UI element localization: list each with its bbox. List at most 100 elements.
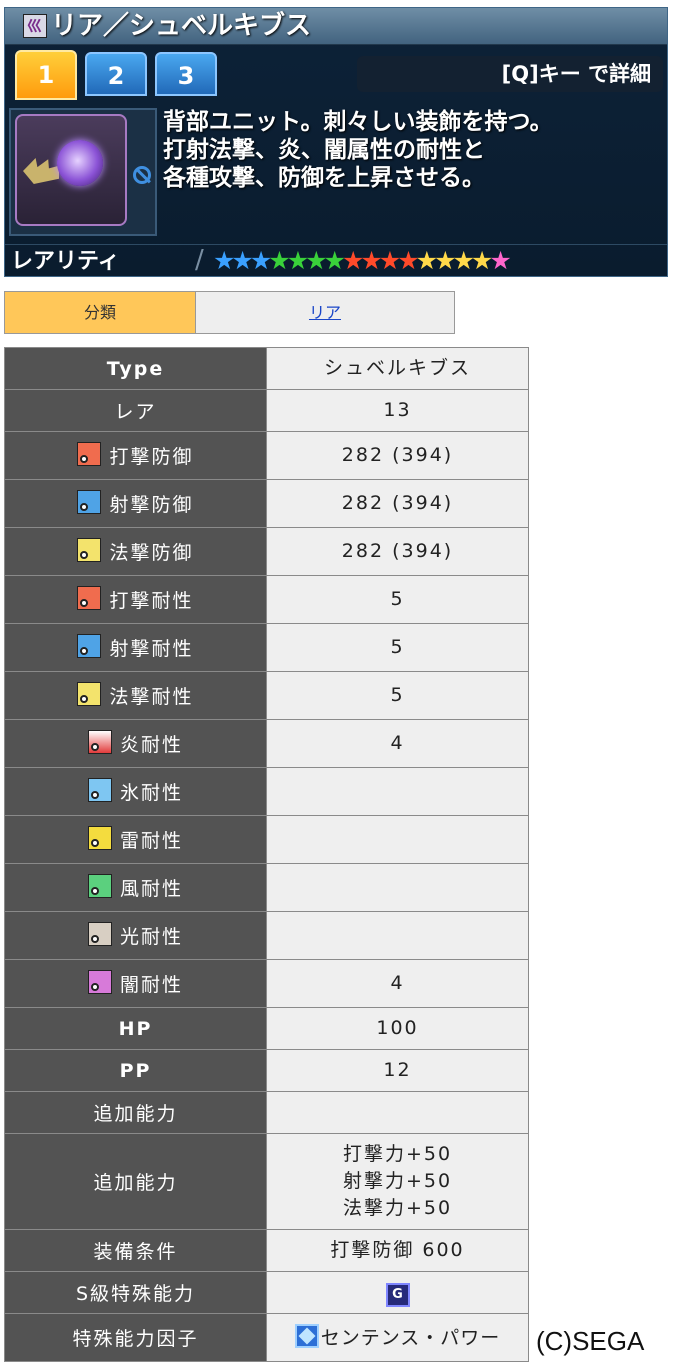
ice-resist-icon [87, 778, 112, 802]
stat-value: 282 (394) [341, 444, 454, 466]
stat-value: 100 [376, 1017, 419, 1039]
rarity-star-icon: ★ [305, 246, 328, 275]
stat-value: 12 [383, 1059, 412, 1081]
stat-value-cell: センテンス・パワー [266, 1313, 529, 1362]
stat-name-cell: 装備条件 [4, 1229, 267, 1272]
stat-name: 特殊能力因子 [72, 1328, 199, 1350]
stat-value-cell [266, 911, 529, 960]
tab-3[interactable]: 3 [155, 52, 217, 96]
stat-value: 5 [390, 684, 405, 706]
stat-name: 法撃耐性 [109, 686, 194, 708]
stat-value-cell [266, 1091, 529, 1134]
stat-name-cell: 打撃防御 [4, 431, 267, 480]
item-image [9, 108, 157, 236]
table-row: 射撃防御 282 (394) [4, 479, 529, 528]
stat-value-cell: 12 [266, 1049, 529, 1092]
detail-hint: [Q]キー で詳細 [357, 56, 663, 92]
stat-value-cell [266, 863, 529, 912]
stat-name-cell: 氷耐性 [4, 767, 267, 816]
stat-name: 光耐性 [119, 926, 183, 948]
category-label: 分類 [5, 292, 196, 333]
stat-value: シュベルキブス [323, 357, 471, 379]
stat-name-cell: レア [4, 389, 267, 432]
stat-value-cell: 4 [266, 719, 529, 768]
stat-name-cell: 光耐性 [4, 911, 267, 960]
stat-name: 法撃防御 [109, 542, 194, 564]
table-row: 風耐性 [4, 863, 529, 912]
stat-value: 打撃力+50 射撃力+50 法撃力+50 [342, 1143, 453, 1219]
table-row: 特殊能力因子 センテンス・パワー [4, 1313, 529, 1362]
stat-value-cell: シュベルキブス [266, 347, 529, 390]
prohibited-icon [133, 166, 151, 184]
stat-value-cell: 13 [266, 389, 529, 432]
tab-2[interactable]: 2 [85, 52, 147, 96]
stat-value-cell: 100 [266, 1007, 529, 1050]
stat-name-cell: HP [4, 1007, 267, 1050]
stat-value-cell: G [266, 1271, 529, 1314]
stat-value-cell: 5 [266, 623, 529, 672]
item-info-panel: 巛 リア／シュベルキブス 1 2 3 [Q]キー で詳細 背部ユニット。刺々しい… [4, 7, 668, 277]
rarity-star-icon: ★ [452, 246, 475, 275]
table-row: 光耐性 [4, 911, 529, 960]
stat-value: 282 (394) [341, 540, 454, 562]
stat-value-cell: 282 (394) [266, 431, 529, 480]
stat-name: レア [114, 401, 157, 423]
stat-name: Type [106, 357, 165, 380]
stat-name: 射撃耐性 [109, 638, 194, 660]
rarity-star-icon: ★ [434, 246, 457, 275]
table-row: 打撃防御 282 (394) [4, 431, 529, 480]
stat-name-cell: 射撃耐性 [4, 623, 267, 672]
stat-name-cell: Type [4, 347, 267, 390]
stat-name: PP [119, 1059, 152, 1082]
stat-name-cell: 闇耐性 [4, 959, 267, 1008]
stat-name: 風耐性 [119, 878, 183, 900]
title-bar: 巛 リア／シュベルキブス [5, 8, 667, 45]
stat-value-cell: 5 [266, 575, 529, 624]
stat-name-cell: 法撃防御 [4, 527, 267, 576]
stat-value-cell: 5 [266, 671, 529, 720]
stat-value: センテンス・パワー [320, 1326, 501, 1349]
stat-value-cell: 打撃防御 600 [266, 1229, 529, 1272]
factor-icon [294, 1323, 319, 1348]
rarity-star-icon: ★ [378, 246, 402, 275]
range-resist-icon [77, 634, 102, 658]
stat-name-cell: PP [4, 1049, 267, 1092]
stat-name-cell: 雷耐性 [4, 815, 267, 864]
stat-value-cell [266, 767, 529, 816]
orb-icon [57, 140, 103, 186]
table-row: 打撃耐性 5 [4, 575, 529, 624]
rarity-star-icon: ★ [213, 246, 236, 275]
description-line: 背部ユニット。刺々しい装飾を持つ。 [163, 109, 553, 135]
stat-name-cell: 追加能力 [4, 1091, 267, 1134]
category-value-cell: リア [196, 292, 454, 333]
tech-resist-icon [77, 682, 102, 706]
dark-resist-icon [87, 970, 112, 994]
strike-defense-icon [77, 442, 102, 466]
table-row: 炎耐性 4 [4, 719, 529, 768]
stat-name: S級特殊能力 [75, 1283, 196, 1305]
S-class-badge-icon: G [385, 1282, 410, 1307]
table-row: 闇耐性 4 [4, 959, 529, 1008]
stat-value: 4 [390, 732, 405, 754]
rear-unit-icon: 巛 [23, 14, 47, 38]
tab-1[interactable]: 1 [15, 50, 77, 100]
table-row: 法撃耐性 5 [4, 671, 529, 720]
stat-name: HP [118, 1017, 153, 1040]
rarity-star-icon: ★ [397, 246, 420, 275]
stat-value: 打撃防御 600 [330, 1239, 465, 1261]
stat-value-cell: 4 [266, 959, 529, 1008]
fire-resist-icon [87, 730, 112, 754]
stat-name: 打撃耐性 [109, 590, 194, 612]
description-line: 打射法撃、炎、闇属性の耐性と [163, 137, 485, 163]
table-row: 追加能力 [4, 1091, 529, 1134]
stat-name-cell: 炎耐性 [4, 719, 267, 768]
stat-value-cell [266, 815, 529, 864]
strike-resist-icon [77, 586, 102, 610]
range-defense-icon [77, 490, 102, 514]
item-title: リア／シュベルキブス [51, 11, 312, 41]
stat-name: 射撃防御 [109, 494, 194, 516]
stat-name-cell: 風耐性 [4, 863, 267, 912]
rarity-label: レアリティ [11, 249, 120, 274]
spike-ornament-icon [23, 158, 59, 184]
category-link[interactable]: リア [309, 303, 341, 322]
